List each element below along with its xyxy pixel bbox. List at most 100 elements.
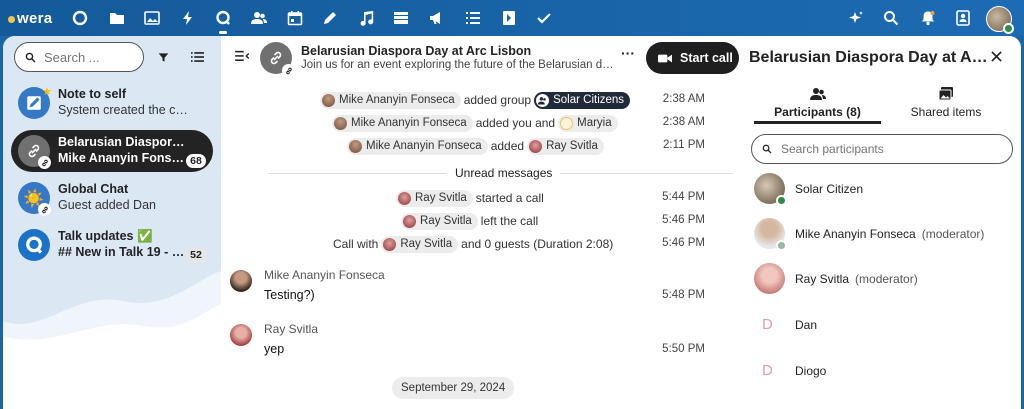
participant-name: Mike Ananyin Fonseca (moderator) (795, 227, 985, 241)
conversation-search[interactable] (14, 42, 144, 72)
avatar (398, 191, 411, 205)
conversation-title: Global Chat (58, 182, 129, 196)
user-mention[interactable]: Mike Ananyin Fonseca (332, 114, 473, 132)
main-content: ★ Note to self System created the conver… (3, 36, 1021, 409)
participant-item[interactable]: D Dan (754, 309, 1014, 343)
user-mention[interactable]: Ray Svitla (527, 137, 604, 155)
notifications-bell-icon[interactable] (918, 8, 938, 28)
message-time: 2:11 PM (663, 139, 705, 151)
participant-name: Diogo (795, 364, 827, 378)
list-icon (190, 52, 204, 62)
message-time: 5:46 PM (662, 214, 705, 226)
assistant-sparkle-icon[interactable] (846, 8, 866, 28)
search-icon[interactable] (881, 8, 901, 28)
unread-count-badge: 52 (185, 247, 207, 263)
photos-icon[interactable] (142, 8, 162, 28)
contacts-icon[interactable] (249, 8, 269, 28)
author-avatar[interactable] (230, 324, 252, 346)
message-time: 5:48 PM (662, 289, 705, 301)
music-icon[interactable] (356, 8, 376, 28)
participant-item[interactable]: Solar Citizen (754, 173, 1014, 207)
conversation-list-options-button[interactable] (188, 48, 206, 66)
filter-button[interactable] (154, 48, 172, 66)
participant-search-input[interactable] (781, 142, 991, 156)
participant-item[interactable]: Ray Svitla (moderator) (754, 263, 1014, 297)
conversation-belarusian-diaspora[interactable]: Belarusian Diaspora Da... Mike Ananyin F… (11, 130, 213, 172)
user-avatar[interactable] (986, 6, 1014, 34)
conversation-talk-updates[interactable]: Talk updates ✅ ## New in Talk 19 - Me...… (11, 224, 213, 266)
participant-name: Dan (795, 318, 818, 332)
tab-participants[interactable]: Participants (8) (754, 86, 881, 124)
conversation-note-to-self[interactable]: ★ Note to self System created the conver… (11, 82, 213, 124)
participant-search[interactable] (751, 134, 1013, 164)
system-message: Mike Ananyin Fonseca added you and Maryi… (221, 113, 739, 133)
call-system-message: Call with Ray Svitla and 0 guests (Durat… (333, 235, 705, 253)
start-call-label: Start call (680, 51, 733, 65)
user-mention[interactable]: Ray Svitla (396, 189, 473, 207)
tasks-list-icon[interactable] (463, 8, 483, 28)
conversation-global-chat[interactable]: ☀️ Global Chat Guest added Dan (11, 177, 213, 219)
search-icon (762, 144, 772, 154)
public-link-badge-icon (38, 156, 51, 169)
message-time: 5:46 PM (662, 237, 705, 249)
user-mention[interactable]: Maryia (558, 114, 618, 132)
calendar-icon[interactable] (285, 8, 305, 28)
user-mention[interactable]: Ray Svitla (401, 212, 478, 230)
group-mention[interactable]: Solar Citizens (534, 91, 631, 109)
notebook-icon[interactable] (499, 8, 519, 28)
menu-collapse-icon (235, 50, 250, 61)
conversation-preview: Mike Ananyin Fonseca ... (58, 151, 188, 165)
tab-label: Shared items (910, 105, 982, 119)
conversation-title: Belarusian Diaspora Da... (58, 135, 188, 149)
participant-item[interactable]: Mike Ananyin Fonseca (moderator) (754, 218, 1014, 252)
author-avatar[interactable] (230, 270, 252, 292)
message-author: Mike Ananyin Fonseca (264, 268, 385, 282)
toggle-sidebar-button[interactable] (235, 50, 251, 66)
video-camera-icon (658, 54, 672, 62)
start-call-button[interactable]: Start call (646, 42, 739, 74)
system-message: Mike Ananyin Fonseca added Ray Svitla 2:… (221, 136, 739, 156)
message-author: Ray Svitla (264, 322, 319, 336)
tab-label: Participants (8) (774, 105, 861, 119)
date-separator: September 29, 2024 (392, 377, 515, 399)
avatar (334, 116, 347, 130)
avatar (349, 139, 362, 153)
app-logo[interactable]: wera (8, 9, 52, 27)
avatar (383, 237, 397, 251)
tab-shared-items[interactable]: Shared items (889, 86, 1003, 124)
message-text: yep (264, 342, 285, 356)
checkmark-icon[interactable] (534, 8, 554, 28)
conversation-details-panel: Belarusian Diaspora Day at Arc Li... Par… (739, 36, 1021, 409)
user-mention[interactable]: Ray Svitla (381, 235, 459, 253)
conversation-preview: ## New in Talk 19 - Me... (58, 245, 188, 259)
user-mention[interactable]: Mike Ananyin Fonseca (320, 91, 461, 109)
message-text: Testing?) (264, 288, 315, 302)
status-away-icon (776, 240, 787, 251)
announcements-icon[interactable] (427, 8, 447, 28)
more-actions-button[interactable]: ··· (620, 46, 636, 64)
conversation-search-input[interactable] (44, 49, 134, 65)
files-icon[interactable] (107, 8, 127, 28)
unread-messages-label: Unread messages (447, 166, 561, 180)
close-details-button[interactable] (991, 50, 1005, 64)
shared-media-icon (938, 87, 953, 101)
avatar (322, 93, 335, 107)
call-system-message: Ray Svitla left the call 5:46 PM (221, 211, 739, 231)
avatar (403, 214, 416, 228)
group-icon (536, 93, 550, 107)
note-icon: ★ (18, 86, 52, 119)
conversation-avatar[interactable] (260, 42, 295, 77)
talk-icon[interactable] (213, 8, 233, 34)
contacts-menu-icon[interactable] (953, 8, 973, 28)
details-title: Belarusian Diaspora Day at Arc Li... (749, 49, 989, 66)
activity-icon[interactable] (178, 8, 198, 28)
participant-item[interactable]: D Diogo (754, 355, 1014, 389)
public-link-badge-icon (38, 203, 51, 216)
notes-pencil-icon[interactable] (320, 8, 340, 28)
deck-icon[interactable] (391, 8, 411, 28)
participant-name: Solar Citizen (795, 182, 864, 196)
user-mention[interactable]: Mike Ananyin Fonseca (347, 137, 488, 155)
unread-count-badge: 68 (185, 153, 207, 169)
dashboard-icon[interactable] (70, 8, 90, 28)
conversation-title: Talk updates ✅ (58, 229, 153, 243)
